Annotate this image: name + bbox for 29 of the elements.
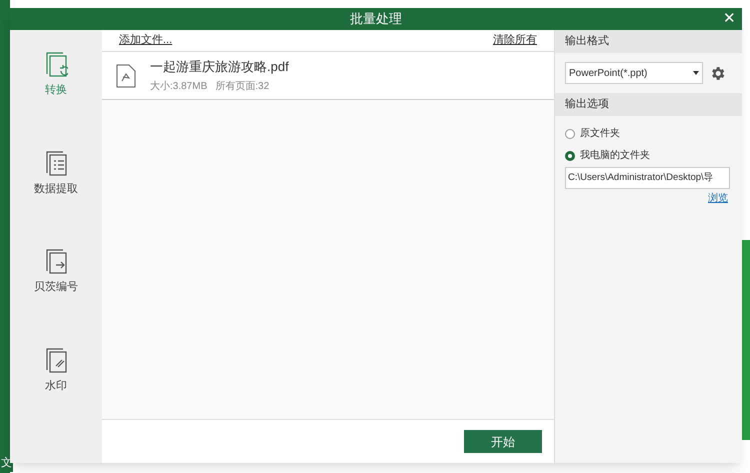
caret-icon [693, 71, 699, 75]
convert-icon [44, 50, 68, 78]
browse-link[interactable]: 浏览 [708, 191, 728, 206]
bates-icon [44, 247, 68, 275]
watermark-icon [44, 346, 68, 374]
sidebar-item[interactable]: 水印 [44, 346, 68, 394]
file-size: 大小:3.87MB [150, 80, 208, 94]
clear-all-link[interactable]: 清除所有 [493, 32, 537, 49]
file-name: 一起游重庆旅游攻略.pdf [150, 58, 289, 76]
path-field[interactable]: C:\Users\Administrator\Desktop\导 [565, 167, 730, 189]
add-file-link[interactable]: 添加文件... [119, 32, 172, 49]
extract-icon [44, 148, 68, 176]
section-title: 输出格式 [565, 34, 609, 50]
file-item[interactable]: 一起游重庆旅游攻略.pdf 大小:3.87MB 所有页面:32 [102, 52, 554, 100]
window-title: 批量处理 [350, 10, 402, 28]
radio-label: 我电脑的文件夹 [580, 148, 650, 163]
radio-button[interactable] [565, 150, 575, 160]
close-button[interactable]: ✕ [723, 8, 736, 30]
start-button[interactable]: 开始 [464, 430, 542, 453]
sidebar-item[interactable]: 数据提取 [34, 148, 78, 197]
page-count: 所有页面:32 [215, 80, 270, 94]
settings-icon[interactable] [709, 64, 726, 82]
radio-button[interactable] [565, 128, 575, 138]
format-dropdown[interactable]: PowerPoint(*.ppt) [565, 62, 703, 84]
pdf-file-icon [116, 64, 136, 88]
section-title: 输出选项 [565, 97, 609, 112]
sidebar-item[interactable]: 转换 [44, 50, 68, 98]
radio-label: 原文件夹 [580, 126, 620, 141]
sidebar-item[interactable]: 贝茨编号 [34, 247, 78, 296]
